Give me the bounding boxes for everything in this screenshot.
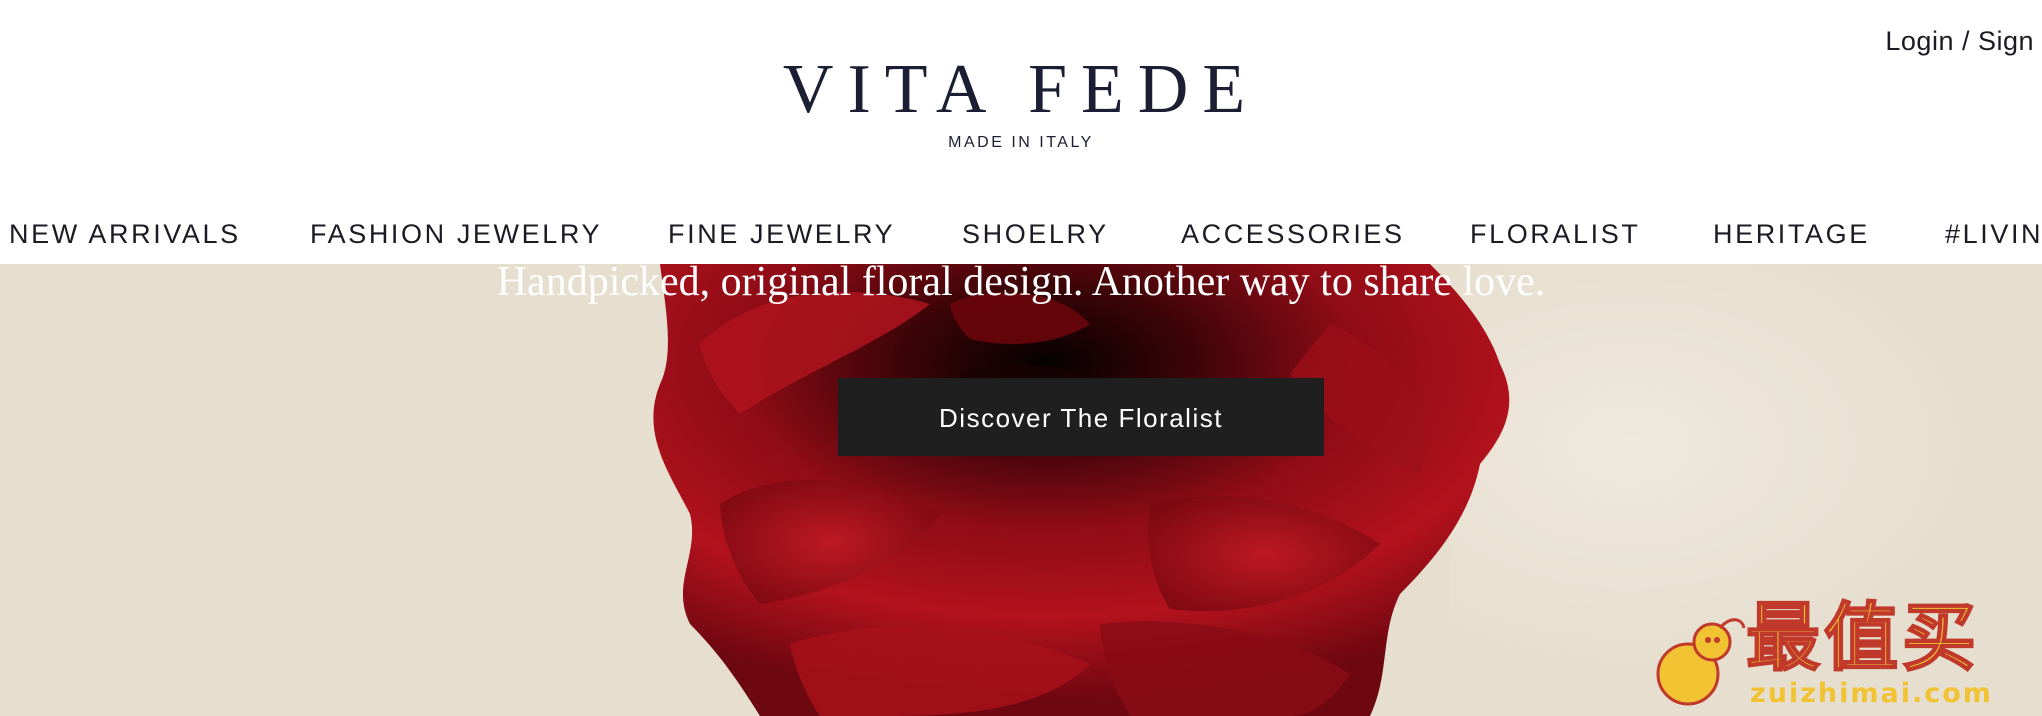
logo-title: VITA FEDE	[782, 51, 1260, 128]
hero-tagline: Handpicked, original floral design. Anot…	[496, 264, 1546, 305]
nav-item-living[interactable]: #LIVING	[1945, 216, 2042, 252]
discover-floralist-button[interactable]: Discover The Floralist	[838, 378, 1324, 456]
watermark: 最值买 zuizhimai.com	[1650, 595, 2030, 709]
main-navigation: NEW ARRIVALS FASHION JEWELRY FINE JEWELR…	[0, 216, 2042, 256]
nav-item-fashion-jewelry[interactable]: FASHION JEWELRY	[310, 216, 602, 252]
gourd-mascot-icon	[1656, 618, 1746, 706]
nav-item-shoelry[interactable]: SHOELRY	[962, 216, 1109, 252]
nav-item-floralist[interactable]: FLORALIST	[1470, 216, 1640, 252]
brand-logo[interactable]: VITA FEDE MADE IN ITALY	[0, 50, 2042, 152]
nav-item-fine-jewelry[interactable]: FINE JEWELRY	[668, 216, 895, 252]
logo-subtitle: MADE IN ITALY	[948, 134, 1094, 151]
site-header: Login / Sign VITA FEDE MADE IN ITALY NEW…	[0, 0, 2042, 264]
nav-item-new-arrivals[interactable]: NEW ARRIVALS	[9, 216, 241, 252]
page: Login / Sign VITA FEDE MADE IN ITALY NEW…	[0, 0, 2042, 716]
watermark-brand-cn: 最值买	[1745, 595, 1980, 681]
watermark-brand-url: zuizhimai.com	[1750, 678, 1993, 709]
nav-item-heritage[interactable]: HERITAGE	[1713, 216, 1870, 252]
nav-item-accessories[interactable]: ACCESSORIES	[1181, 216, 1405, 252]
